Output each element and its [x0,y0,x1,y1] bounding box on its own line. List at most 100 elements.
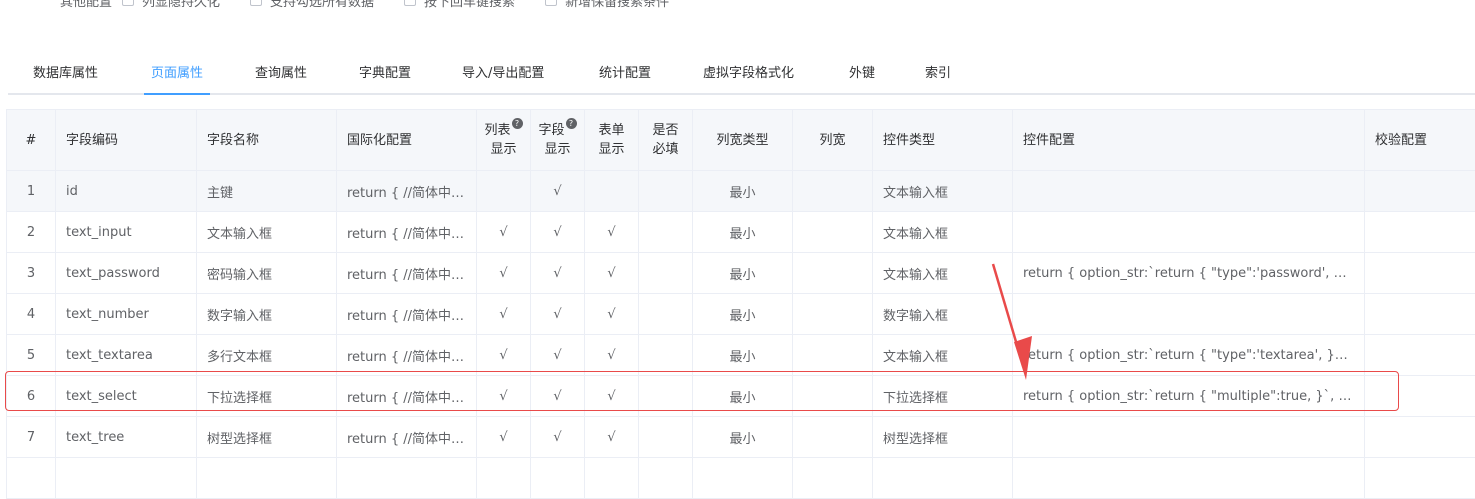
checkbox[interactable] [404,0,416,6]
tab-statistics-config[interactable]: 统计配置 [599,56,651,93]
table-row[interactable]: 7text_tree树型选择框return { //简体中文...√√√最小树型… [7,417,1475,458]
tab-import-export-config[interactable]: 导入/导出配置 [462,56,544,93]
cell-validate-config[interactable] [1365,417,1475,458]
option-column-visibility-persist[interactable]: 列显隐持久化 [122,0,220,10]
cell-field-show[interactable]: √ [531,253,585,294]
cell-field-show[interactable]: √ [531,417,585,458]
cell-widget-type[interactable]: 数字输入框 [873,294,1013,335]
cell-field-name[interactable]: 树型选择框 [197,417,337,458]
cell-widget-config[interactable] [1013,458,1365,499]
tab-foreign-key[interactable]: 外键 [849,56,875,93]
cell-form-show[interactable]: √ [585,294,639,335]
cell-widget-type[interactable]: 树型选择框 [873,417,1013,458]
cell-required[interactable] [639,458,693,499]
cell-widget-config[interactable] [1013,171,1365,212]
cell-required[interactable] [639,294,693,335]
cell-width[interactable] [793,171,873,212]
tab-index[interactable]: 索引 [925,56,951,93]
cell-required[interactable] [639,376,693,417]
cell-form-show[interactable]: √ [585,335,639,376]
cell-form-show[interactable] [585,458,639,499]
table-row[interactable]: 2text_input文本输入框return { //简体中文...√√√最小文… [7,212,1475,253]
tab-database-properties[interactable]: 数据库属性 [33,56,98,93]
table-row[interactable]: 4text_number数字输入框return { //简体中文...√√√最小… [7,294,1475,335]
cell-width[interactable] [793,253,873,294]
table-row[interactable]: 5text_textarea多行文本框return { //简体中文...√√√… [7,335,1475,376]
cell-validate-config[interactable] [1365,253,1475,294]
cell-required[interactable] [639,212,693,253]
cell-field-name[interactable]: 数字输入框 [197,294,337,335]
tab-query-properties[interactable]: 查询属性 [255,56,307,93]
cell-validate-config[interactable] [1365,294,1475,335]
cell-widget-config[interactable] [1013,212,1365,253]
cell-widget-config[interactable] [1013,417,1365,458]
cell-field-show[interactable]: √ [531,376,585,417]
cell-form-show[interactable]: √ [585,376,639,417]
cell-required[interactable] [639,417,693,458]
help-icon[interactable]: ? [566,118,577,129]
cell-field-show[interactable]: √ [531,335,585,376]
cell-width[interactable] [793,335,873,376]
cell-field-code[interactable]: text_tree [56,417,197,458]
cell-width[interactable] [793,458,873,499]
cell-field-show[interactable]: √ [531,294,585,335]
cell-width-type[interactable]: 最小 [693,294,793,335]
cell-i18n-config[interactable]: return { //简体中文... [337,417,477,458]
cell-width-type[interactable]: 最小 [693,212,793,253]
cell-form-show[interactable]: √ [585,212,639,253]
cell-list-show[interactable] [477,458,531,499]
cell-validate-config[interactable] [1365,458,1475,499]
cell-field-code[interactable]: text_password [56,253,197,294]
cell-required[interactable] [639,253,693,294]
cell-field-show[interactable]: √ [531,212,585,253]
cell-widget-type[interactable]: 文本输入框 [873,212,1013,253]
cell-widget-type[interactable]: 下拉选择框 [873,376,1013,417]
table-row[interactable]: 1id主键return { //简体中文...√最小文本输入框 [7,171,1475,212]
cell-widget-type[interactable]: 文本输入框 [873,171,1013,212]
option-enter-search[interactable]: 按下回车键搜索 [404,0,515,10]
cell-width[interactable] [793,294,873,335]
cell-field-name[interactable]: 文本输入框 [197,212,337,253]
cell-widget-type[interactable]: 文本输入框 [873,335,1013,376]
cell-list-show[interactable] [477,171,531,212]
table-row[interactable]: 3text_password密码输入框return { //简体中文...√√√… [7,253,1475,294]
cell-width-type[interactable]: 最小 [693,376,793,417]
help-icon[interactable]: ? [512,118,523,129]
cell-field-code[interactable]: text_input [56,212,197,253]
cell-form-show[interactable]: √ [585,417,639,458]
cell-validate-config[interactable] [1365,335,1475,376]
checkbox[interactable] [545,0,557,6]
tab-virtual-field-format[interactable]: 虚拟字段格式化 [703,56,794,93]
cell-i18n-config[interactable]: return { //简体中文... [337,294,477,335]
cell-width-type[interactable]: 最小 [693,171,793,212]
cell-width[interactable] [793,212,873,253]
cell-width[interactable] [793,376,873,417]
cell-validate-config[interactable] [1365,171,1475,212]
cell-validate-config[interactable] [1365,376,1475,417]
cell-form-show[interactable] [585,171,639,212]
cell-required[interactable] [639,335,693,376]
cell-widget-config[interactable]: return { option_str:`return { "type":'te… [1013,335,1365,376]
cell-form-show[interactable]: √ [585,253,639,294]
cell-field-code[interactable]: text_textarea [56,335,197,376]
table-row[interactable] [7,458,1475,499]
cell-i18n-config[interactable]: return { //简体中文... [337,335,477,376]
cell-i18n-config[interactable] [337,458,477,499]
cell-list-show[interactable]: √ [477,253,531,294]
cell-i18n-config[interactable]: return { //简体中文... [337,171,477,212]
cell-i18n-config[interactable]: return { //简体中文... [337,253,477,294]
cell-field-show[interactable]: √ [531,171,585,212]
cell-widget-type[interactable]: 文本输入框 [873,253,1013,294]
cell-list-show[interactable]: √ [477,212,531,253]
cell-widget-config[interactable] [1013,294,1365,335]
cell-field-name[interactable] [197,458,337,499]
cell-field-name[interactable]: 密码输入框 [197,253,337,294]
cell-width-type[interactable] [693,458,793,499]
cell-width-type[interactable]: 最小 [693,417,793,458]
cell-width[interactable] [793,417,873,458]
tab-dictionary-config[interactable]: 字典配置 [359,56,411,93]
cell-required[interactable] [639,171,693,212]
cell-i18n-config[interactable]: return { //简体中文... [337,376,477,417]
cell-field-name[interactable]: 下拉选择框 [197,376,337,417]
table-row[interactable]: 6text_select下拉选择框return { //简体中文...√√√最小… [7,376,1475,417]
